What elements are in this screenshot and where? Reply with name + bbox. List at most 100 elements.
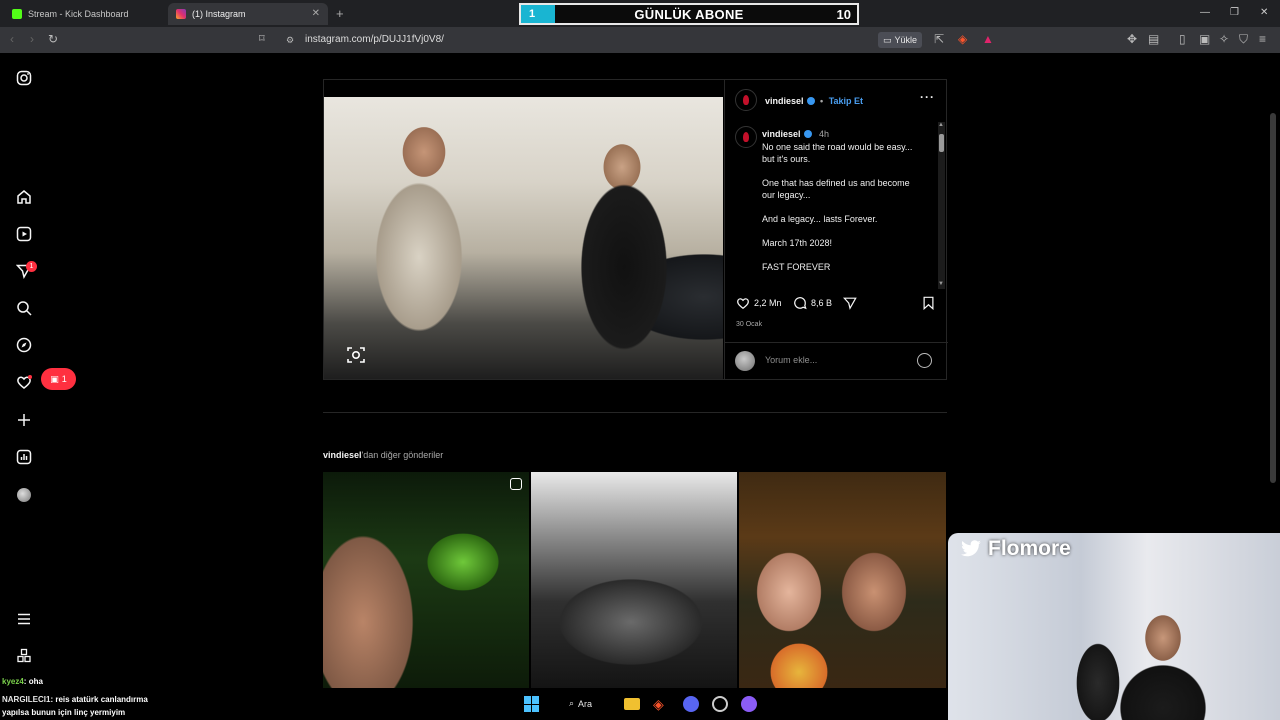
comment-button[interactable]: 8,6 B [793,296,832,310]
bookmark-icon [923,296,934,310]
create-icon[interactable] [16,412,32,428]
reader-icon[interactable]: ▤ [1148,32,1159,46]
author-avatar[interactable] [735,89,757,111]
caption-avatar[interactable] [735,126,757,148]
browser-tab-bar: Stream - Kick Dashboard (1) Instagram ✕ … [0,0,1280,27]
scroll-down-arrow-icon[interactable]: ▼ [938,281,944,287]
more-post-thumbnail[interactable] [739,472,946,688]
monitor-icon: ▭ [883,34,892,45]
caption-line: One that has defined us and become our l… [762,178,910,200]
caption-time: 4h [819,129,830,139]
site-info-icon[interactable]: ⚙ [286,35,294,46]
extensions-icon[interactable]: ✥ [1127,32,1137,46]
home-icon[interactable] [16,189,32,205]
section-divider [323,412,947,413]
share-button[interactable] [843,296,857,310]
reel-indicator-icon [510,478,522,490]
address-bar[interactable]: instagram.com/p/DUJJ1fVj0V8/ [305,34,444,45]
forward-icon[interactable]: › [30,32,34,46]
messages-badge: 1 [26,261,37,272]
windows-start-icon[interactable] [524,696,540,712]
subscriber-goal-bar: 1 GÜNLÜK ABONE 10 [519,3,859,25]
like-count: 2,2 Mn [754,298,782,308]
close-tab-icon[interactable]: ✕ [312,8,320,19]
more-posts-username[interactable]: vindiesel [323,450,362,460]
tab-kick-dashboard[interactable]: Stream - Kick Dashboard [4,3,162,25]
taskbar-search[interactable]: ⌕ Ara [569,698,592,709]
close-window-icon[interactable]: ✕ [1260,7,1268,18]
brave-shield-icon[interactable]: ◈ [958,32,967,46]
caption-username[interactable]: vindiesel [762,129,801,139]
emoji-icon[interactable] [917,353,932,368]
discord-icon[interactable] [683,696,699,712]
explore-icon[interactable] [16,337,32,353]
taskbar-search-label: Ara [578,698,593,709]
post-details-panel: vindiesel • Takip Et ··· vindiesel 4h No… [724,80,948,379]
profile-avatar[interactable] [17,488,31,502]
leo-ai-icon[interactable]: ✧ [1219,32,1229,46]
comment-count: 8,6 B [811,298,833,308]
apps-icon[interactable] [16,648,32,664]
search-icon[interactable] [16,300,32,316]
file-explorer-icon[interactable] [624,698,640,710]
minimize-icon[interactable]: — [1200,7,1210,18]
brave-browser-icon[interactable]: ◈ [653,696,669,712]
page-scrollbar[interactable] [1270,113,1276,483]
reload-icon[interactable]: ↻ [48,32,58,46]
webcam-overlay [948,533,1280,720]
share-paper-plane-icon [843,297,857,310]
brave-rewards-icon[interactable]: ▲ [982,32,994,46]
post-header: vindiesel • Takip Et [765,96,863,106]
vpn-icon[interactable]: ⛉ [1239,32,1248,47]
streamer-name-overlay: Flomore [960,537,1071,561]
save-button[interactable] [922,296,935,310]
more-post-thumbnail[interactable] [323,472,529,688]
bookmark-page-icon[interactable]: ⌑ [259,32,265,45]
instagram-logo-icon[interactable] [16,70,32,86]
chat-message: NARGILECI1: reis atatürk canlandırma yap… [2,695,148,717]
app-icon[interactable] [741,696,757,712]
caption-scroll-thumb[interactable] [939,134,944,152]
chat-username: kyez4 [2,677,24,686]
sidebar-toggle-icon[interactable]: ▯ [1179,32,1186,46]
twitter-bird-icon [961,540,981,557]
more-options-icon[interactable]: ··· [920,90,935,104]
more-post-thumbnail[interactable] [531,472,737,688]
separator-dot: • [820,96,824,106]
more-posts-heading: vindiesel'dan diğer gönderiler [323,450,443,460]
new-tab-icon[interactable]: + [336,6,344,21]
wallet-icon[interactable]: ▣ [1199,32,1210,46]
upload-label: Yükle [894,35,918,45]
upload-button[interactable]: ▭ Yükle [878,32,923,48]
heart-icon [737,298,749,310]
hamburger-menu-icon[interactable] [16,611,32,627]
post-photo[interactable] [324,80,723,379]
tab-label: (1) Instagram [192,9,246,19]
comment-input[interactable]: Yorum ekle... [765,355,817,365]
scroll-up-arrow-icon[interactable]: ▲ [938,122,944,128]
share-icon[interactable]: ⇱ [934,32,944,46]
browser-toolbar: ‹ › ↻ ⌑ ⚙ instagram.com/p/DUJJ1fVj0V8/ ▭… [0,27,1280,53]
tab-instagram[interactable]: (1) Instagram ✕ [168,3,328,25]
post-container: vindiesel • Takip Et ··· vindiesel 4h No… [323,79,948,380]
dashboard-icon[interactable] [16,449,32,465]
follow-button[interactable]: Takip Et [829,96,863,106]
menu-icon[interactable]: ≡ [1259,32,1266,46]
add-comment-row: Yorum ekle... [725,342,948,378]
reels-icon[interactable] [16,226,32,242]
verified-badge-icon [806,97,815,105]
restore-icon[interactable]: ❐ [1230,7,1239,18]
back-icon[interactable]: ‹ [10,32,14,46]
tab-label: Stream - Kick Dashboard [28,9,129,19]
like-button[interactable]: 2,2 Mn [736,296,782,310]
visual-search-icon[interactable] [346,345,366,365]
author-username[interactable]: vindiesel [765,96,804,106]
chat-text: oha [28,677,43,686]
instagram-favicon-icon [176,9,186,19]
caption-line: No one said the road would be easy... bu… [762,142,913,164]
notifications-heart-icon[interactable] [16,374,32,390]
obs-icon[interactable] [712,696,728,712]
caption-line: March 17th 2028! [762,238,833,248]
activity-badge: ▣ 1 [41,368,76,390]
caption-line: FAST FOREVER [762,262,831,272]
